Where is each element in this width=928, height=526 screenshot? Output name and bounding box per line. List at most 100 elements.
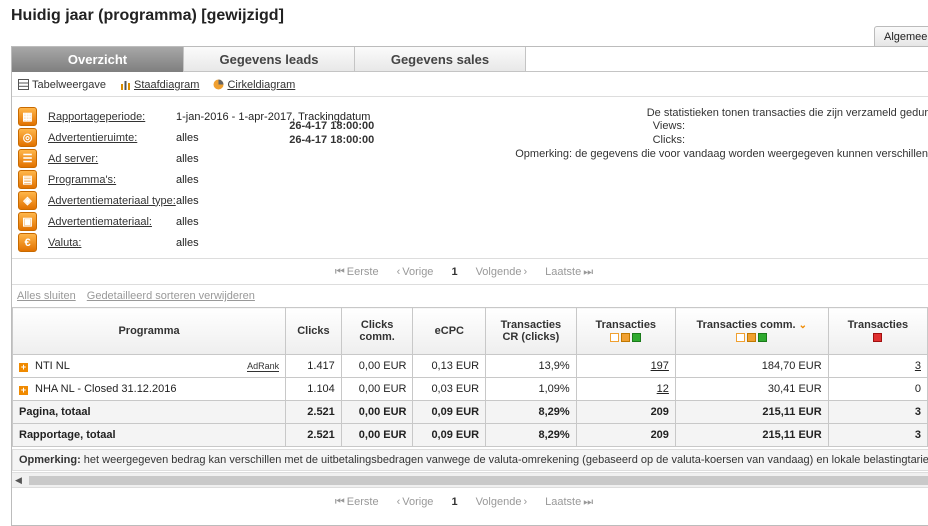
pager-first-label: Eerste — [346, 265, 379, 278]
cell-transactions: 12 — [575, 377, 676, 401]
pager-prev[interactable]: ‹ Vorige — [397, 266, 434, 278]
cell-clicks-comm: 0,00 EUR — [340, 354, 414, 378]
view-bar-label: Staafdiagram — [134, 78, 200, 91]
status-cancelled-icon — [873, 332, 883, 342]
col-transactions-label: Transacties — [595, 319, 657, 331]
expand-icon[interactable]: + — [19, 363, 28, 372]
pager-first-label: Eerste — [346, 495, 379, 508]
cell-cr: 8,29% — [485, 423, 577, 447]
param-label[interactable]: Advertentiemateriaal type: — [48, 195, 176, 207]
pager-prev[interactable]: ‹ Vorige — [397, 496, 434, 508]
pager-next-label: Volgende — [475, 496, 522, 508]
next-page-icon: › — [523, 496, 528, 508]
col-clicks-comm[interactable]: Clicks comm. — [340, 307, 414, 355]
pager-first[interactable]: ⏮ Eerste — [335, 496, 379, 509]
col-cr-line1: Transacties — [500, 319, 562, 331]
stats-clicks-label: Clicks: — [652, 134, 685, 146]
col-transactions-cancelled[interactable]: Transacties — [827, 307, 928, 355]
pager-last-label: Laatste — [545, 495, 582, 508]
status-open-icon — [610, 332, 620, 342]
tab-leads[interactable]: Gegevens leads — [183, 47, 354, 72]
transactions-link[interactable]: 197 — [651, 360, 669, 372]
pager-first[interactable]: ⏮ Eerste — [335, 266, 379, 279]
expand-icon[interactable]: + — [19, 386, 28, 395]
stats-clicks-value: 26-4-17 18:00:00 — [289, 134, 375, 146]
view-pie[interactable]: Cirkeldiagram — [213, 79, 295, 91]
euro-icon: € — [18, 233, 37, 252]
pager-last[interactable]: Laatste ⏭ — [545, 266, 593, 279]
col-clicks[interactable]: Clicks — [285, 307, 342, 355]
cell-transactions: 197 — [575, 354, 676, 378]
pie-chart-icon — [213, 79, 224, 90]
page-title: Huidig jaar (programma) [gewijzigd] — [11, 7, 284, 24]
col-transactions[interactable]: Transacties — [575, 307, 676, 355]
transactions-link[interactable]: 12 — [657, 383, 669, 395]
col-trans-comm-label: Transacties comm. — [696, 318, 796, 331]
param-value: alles — [176, 236, 199, 249]
param-label[interactable]: Advertentieruimte: — [48, 132, 137, 144]
view-table[interactable]: Tabelweergave — [18, 79, 106, 91]
pager-last[interactable]: Laatste ⏭ — [545, 496, 593, 509]
col-cr[interactable]: Transacties CR (clicks) — [485, 307, 577, 355]
report-table: Programma Clicks Clicks comm. eCPC Transa… — [11, 307, 928, 447]
adrank-badge[interactable]: AdRank — [247, 361, 280, 372]
status-open-icon — [736, 333, 746, 343]
view-pie-label: Cirkeldiagram — [227, 78, 296, 91]
view-table-label: Tabelweergave — [32, 78, 106, 91]
cell-clicks: 2.521 — [285, 400, 342, 424]
col-program[interactable]: Programma — [11, 307, 287, 355]
tab-sales[interactable]: Gegevens sales — [354, 47, 525, 72]
param-value: alles — [176, 152, 199, 165]
remark-text: het weergegeven bedrag kan verschillen m… — [83, 454, 928, 466]
stats-views-value: 26-4-17 18:00:00 — [289, 120, 375, 132]
pager-last-label: Laatste — [545, 265, 582, 278]
clear-sort-link[interactable]: Gedetailleerd sorteren verwijderen — [87, 290, 255, 302]
cell-transactions-cancelled: 3 — [827, 354, 928, 378]
divider — [12, 258, 928, 259]
param-row: ▤ Programma's: alles — [18, 169, 199, 190]
pager-next[interactable]: Volgende › — [476, 266, 528, 278]
cell-clicks-comm: 0,00 EUR — [340, 423, 414, 447]
col-trans-comm[interactable]: Transacties comm. ⌄ — [674, 307, 829, 355]
image-icon: ▣ — [18, 212, 37, 231]
pager-next-label: Volgende — [475, 266, 522, 278]
scrollbar-thumb[interactable] — [29, 476, 928, 485]
remark-label: Opmerking: — [19, 454, 81, 466]
param-label[interactable]: Ad server: — [48, 153, 98, 165]
prev-page-icon: ‹ — [396, 496, 401, 508]
tab-overview[interactable]: Overzicht — [12, 47, 183, 72]
col-ecpc[interactable]: eCPC — [412, 307, 487, 355]
program-name: NTI NL — [35, 360, 70, 372]
divider — [12, 284, 928, 285]
param-label[interactable]: Valuta: — [48, 237, 81, 249]
first-page-icon: ⏮ — [334, 495, 345, 508]
horizontal-scrollbar[interactable]: ◀ — [12, 472, 928, 488]
status-pending-icon — [621, 332, 631, 342]
cell-transactions-cancelled: 0 — [827, 377, 928, 401]
col-cr-line2: CR (clicks) — [502, 331, 560, 343]
cell-transactions-cancelled: 3 — [827, 423, 928, 447]
param-label[interactable]: Advertentiemateriaal: — [48, 216, 152, 228]
cell-cr: 8,29% — [485, 400, 577, 424]
param-row: ☰ Ad server: alles — [18, 148, 199, 169]
stats-views-label: Views: — [652, 120, 685, 132]
tab-algemeen[interactable]: Algemee — [874, 26, 928, 46]
param-label[interactable]: Programma's: — [48, 174, 116, 186]
table-header-row: Programma Clicks Clicks comm. eCPC Transa… — [11, 307, 928, 355]
pager-next[interactable]: Volgende › — [476, 496, 528, 508]
table-total-row: Pagina, totaal 2.521 0,00 EUR 0,09 EUR 8… — [11, 400, 928, 424]
view-bar[interactable]: Staafdiagram — [120, 79, 199, 91]
scroll-left-icon[interactable]: ◀ — [15, 475, 22, 486]
param-label[interactable]: Rapportageperiode: — [48, 111, 145, 123]
transactions-cancelled-link[interactable]: 3 — [915, 360, 921, 372]
status-approved-icon — [632, 332, 642, 342]
param-row: ◎ Advertentieruimte: alles — [18, 127, 199, 148]
param-row: ◈ Advertentiemateriaal type: alles — [18, 190, 199, 211]
material-type-icon: ◈ — [18, 191, 37, 210]
sort-desc-icon: ⌄ — [798, 319, 808, 331]
globe-icon: ◎ — [18, 128, 37, 147]
param-value: alles — [176, 194, 199, 207]
calendar-icon: ▦ — [18, 107, 37, 126]
collapse-all-link[interactable]: Alles sluiten — [17, 290, 76, 302]
cell-clicks-comm: 0,00 EUR — [340, 377, 414, 401]
